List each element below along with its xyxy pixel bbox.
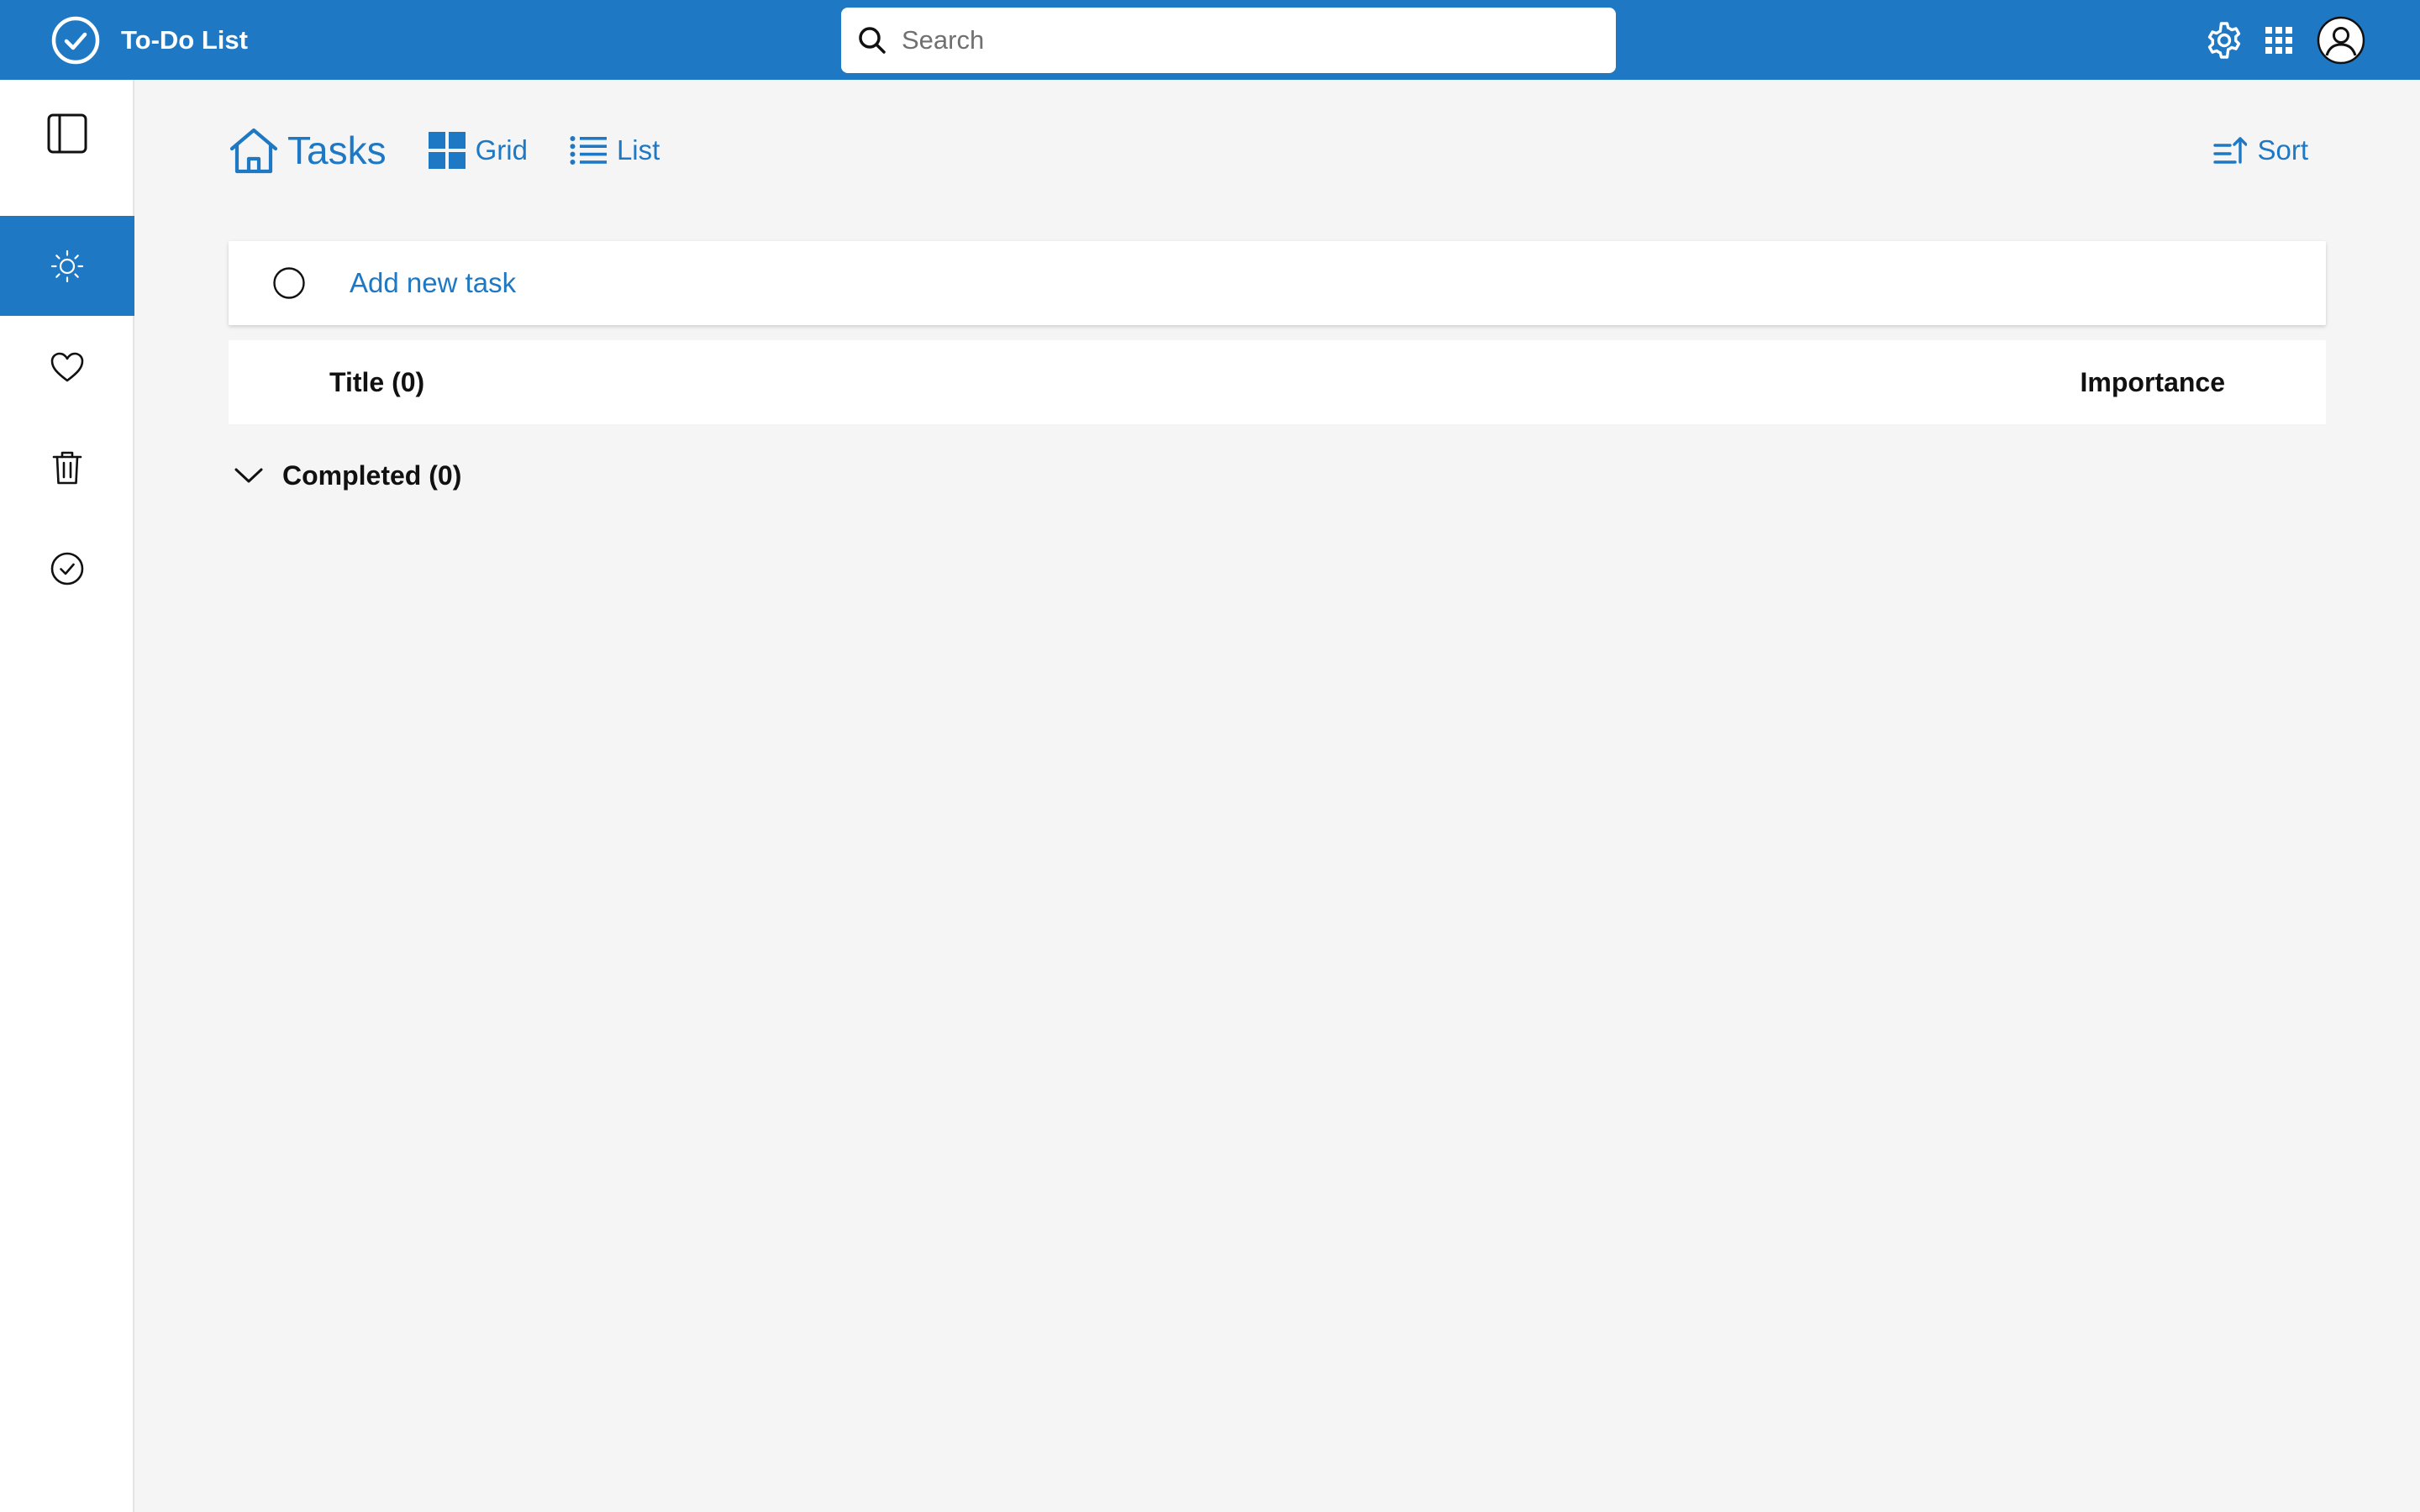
grid-dots-icon bbox=[2265, 26, 2292, 54]
chevron-down-icon bbox=[234, 468, 263, 483]
grid-label: Grid bbox=[475, 134, 528, 165]
sort-button[interactable]: Sort bbox=[2213, 129, 2308, 172]
gear-icon bbox=[2207, 21, 2241, 59]
task-table-header: Title (0) Importance bbox=[229, 340, 2326, 424]
importance-column-header[interactable]: Importance bbox=[2081, 340, 2225, 424]
add-task-bar[interactable] bbox=[229, 241, 2326, 325]
sort-icon bbox=[2213, 137, 2248, 164]
sort-label: Sort bbox=[2257, 134, 2308, 165]
grid-view-button[interactable]: Grid bbox=[428, 132, 528, 169]
empty-circle-icon[interactable] bbox=[272, 266, 306, 300]
sidebar-panel-icon bbox=[47, 113, 87, 153]
search-box[interactable] bbox=[841, 8, 1616, 73]
sun-icon bbox=[50, 249, 84, 282]
sidebar-item-my-day[interactable] bbox=[0, 216, 134, 316]
search-input[interactable] bbox=[900, 15, 1616, 66]
check-circle-icon bbox=[50, 552, 84, 585]
grid-view-icon bbox=[428, 132, 466, 169]
completed-label: Completed (0) bbox=[282, 459, 462, 491]
list-view-icon bbox=[570, 136, 607, 165]
settings-button[interactable] bbox=[2197, 0, 2251, 80]
tasks-label: Tasks bbox=[287, 129, 387, 172]
sidebar-item-favorites[interactable] bbox=[0, 317, 134, 417]
sidebar-toggle-button[interactable] bbox=[0, 83, 134, 183]
tasks-home-button[interactable]: Tasks bbox=[229, 127, 387, 174]
app-title: To-Do List bbox=[121, 25, 248, 55]
main-content: Tasks Grid List Sort Add new task Title … bbox=[134, 80, 2420, 1512]
app-brand[interactable]: To-Do List bbox=[50, 15, 248, 66]
completed-section-toggle[interactable]: Completed (0) bbox=[229, 454, 461, 496]
heart-icon bbox=[50, 352, 84, 381]
check-circle-logo-icon bbox=[51, 16, 100, 65]
list-view-button[interactable]: List bbox=[570, 134, 660, 166]
title-column-header[interactable]: Title (0) bbox=[329, 340, 424, 424]
add-task-input[interactable] bbox=[348, 258, 2326, 308]
account-button[interactable] bbox=[2314, 0, 2368, 80]
apps-button[interactable] bbox=[2252, 0, 2306, 80]
list-label: List bbox=[616, 134, 660, 165]
top-bar: To-Do List bbox=[0, 0, 2420, 80]
sidebar bbox=[0, 80, 134, 1512]
sidebar-item-deleted[interactable] bbox=[0, 417, 134, 517]
home-icon bbox=[229, 128, 278, 174]
user-avatar-icon bbox=[2317, 16, 2365, 64]
search-icon bbox=[859, 27, 886, 54]
view-toolbar: Tasks Grid List bbox=[229, 123, 660, 177]
sidebar-item-completed[interactable] bbox=[0, 518, 134, 618]
trash-icon bbox=[52, 451, 82, 484]
